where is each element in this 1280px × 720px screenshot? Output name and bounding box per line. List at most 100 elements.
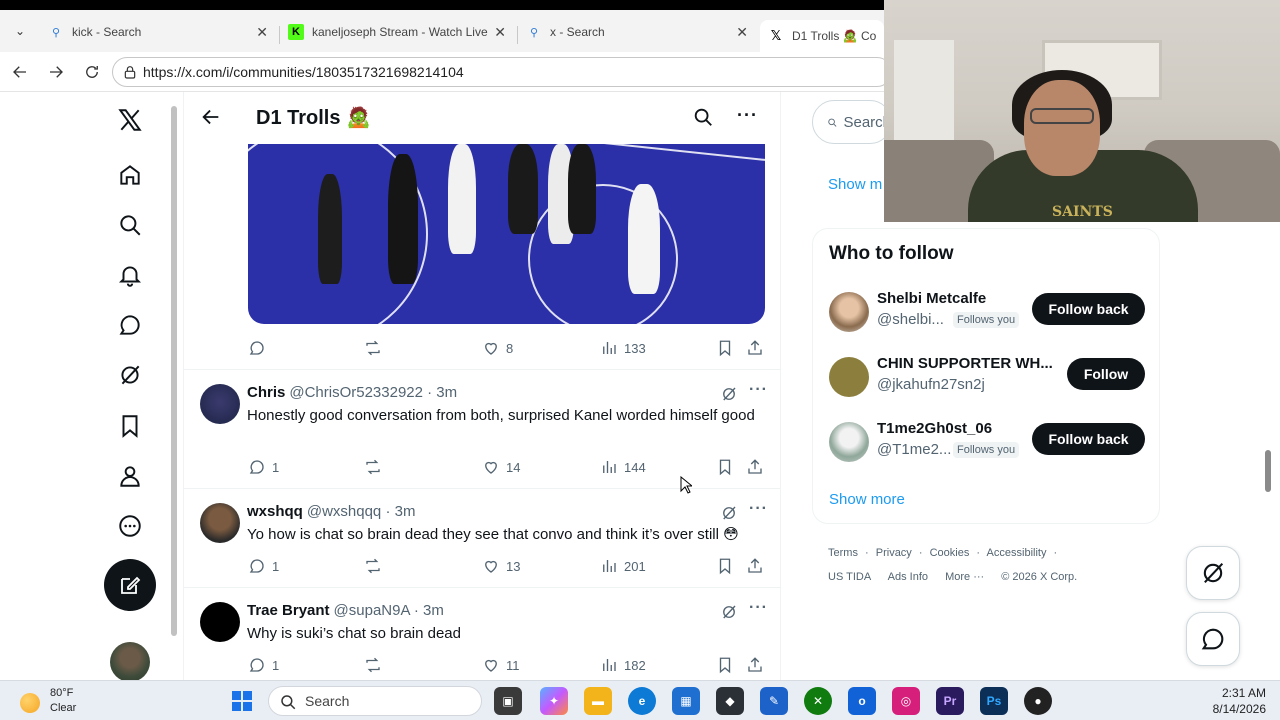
close-icon[interactable]: ✕ (256, 24, 268, 41)
footer-terms[interactable]: Terms (828, 547, 858, 559)
tab-kaneljoseph-stream[interactable]: K kaneljoseph Stream - Watch Live o ✕ (280, 16, 514, 48)
copilot-icon[interactable]: ✦ (540, 687, 568, 715)
like-button[interactable]: 11 (482, 656, 520, 674)
footer-more[interactable]: More ··· (945, 571, 984, 583)
reply-button[interactable] (248, 339, 266, 357)
bookmark-button[interactable] (716, 458, 734, 476)
outlook-icon[interactable]: o (848, 687, 876, 715)
avatar[interactable] (829, 422, 869, 462)
repost-button[interactable] (364, 656, 382, 674)
author-handle[interactable]: @ChrisOr52332922 · 3m (289, 384, 457, 401)
follow-back-button[interactable]: Follow back (1032, 293, 1145, 325)
views-button[interactable]: 182 (600, 656, 646, 674)
nav-messages[interactable] (114, 309, 146, 341)
app-3d-icon[interactable]: ◆ (716, 687, 744, 715)
views-button[interactable]: 144 (600, 458, 646, 476)
system-clock[interactable]: 2:31 AM 8/14/2026 (1196, 685, 1266, 717)
avatar[interactable] (200, 602, 240, 642)
photoshop-icon[interactable]: Ps (980, 687, 1008, 715)
grok-icon[interactable] (720, 603, 738, 621)
author-name[interactable]: Trae Bryant (247, 602, 330, 619)
xbox-icon[interactable]: ✕ (804, 687, 832, 715)
repost-button[interactable] (364, 339, 382, 357)
messages-float-button[interactable] (1186, 612, 1240, 666)
follow-suggestion[interactable]: CHIN SUPPORTER WH... @jkahufn27sn2j Foll… (813, 350, 1161, 406)
compose-post-button[interactable] (104, 559, 156, 611)
grok-icon[interactable] (720, 504, 738, 522)
nav-notifications[interactable] (114, 259, 146, 291)
reply-button[interactable]: 1 (248, 458, 279, 476)
close-icon[interactable]: ✕ (736, 24, 748, 41)
avatar[interactable] (200, 384, 240, 424)
tab-actions-chevron-icon[interactable]: ⌄ (6, 18, 34, 44)
nav-grok[interactable] (114, 359, 146, 391)
show-more-link[interactable]: Show m (828, 176, 882, 193)
search-icon[interactable] (692, 106, 714, 128)
tab-d1-trolls[interactable]: 𝕏 D1 Trolls 🧟 Com (760, 20, 884, 52)
tab-kick-search[interactable]: ⚲ kick - Search ✕ (40, 16, 276, 48)
views-button[interactable]: 133 (600, 339, 646, 357)
close-icon[interactable]: ✕ (494, 24, 506, 41)
left-scrollbar[interactable] (170, 96, 178, 674)
avatar[interactable] (829, 357, 869, 397)
x-home-logo[interactable] (114, 104, 146, 136)
footer-us-tida[interactable]: US TIDA (828, 571, 871, 583)
nav-profile[interactable] (114, 460, 146, 492)
user-name[interactable]: CHIN SUPPORTER WH... (877, 355, 1053, 372)
store-icon[interactable]: ▦ (672, 687, 700, 715)
url-input[interactable]: https://x.com/i/communities/180351732169… (112, 57, 892, 87)
footer-accessibility[interactable]: Accessibility (987, 547, 1047, 559)
more-options-icon[interactable]: ··· (749, 500, 768, 518)
tab-x-search[interactable]: ⚲ x - Search ✕ (518, 16, 756, 48)
share-button[interactable] (746, 458, 764, 476)
weather-widget[interactable]: 80°F Clear (18, 685, 98, 717)
app-vs-icon[interactable]: ✎ (760, 687, 788, 715)
file-explorer-icon[interactable]: ▬ (584, 687, 612, 715)
account-avatar[interactable] (110, 642, 150, 682)
author-name[interactable]: Chris (247, 384, 285, 401)
forward-button[interactable] (44, 60, 68, 84)
user-name[interactable]: T1me2Gh0st_06 (877, 420, 992, 437)
share-button[interactable] (746, 339, 764, 357)
more-options-icon[interactable]: ··· (749, 599, 768, 617)
nav-explore[interactable] (114, 209, 146, 241)
nav-more[interactable] (114, 510, 146, 542)
windows-start-icon[interactable] (230, 689, 254, 713)
task-view-icon[interactable]: ▣ (494, 687, 522, 715)
share-button[interactable] (746, 656, 764, 674)
reply-button[interactable]: 1 (248, 656, 279, 674)
show-more-link[interactable]: Show more (829, 491, 905, 508)
back-button[interactable] (8, 60, 32, 84)
reply-button[interactable]: 1 (248, 557, 279, 575)
user-name[interactable]: Shelbi Metcalfe (877, 290, 986, 307)
page-scrollbar[interactable] (1264, 224, 1272, 676)
bookmark-button[interactable] (716, 656, 734, 674)
back-arrow-icon[interactable] (200, 106, 222, 128)
avatar[interactable] (829, 292, 869, 332)
refresh-button[interactable] (80, 60, 104, 84)
grok-icon[interactable] (720, 385, 738, 403)
repost-button[interactable] (364, 458, 382, 476)
footer-ads-info[interactable]: Ads Info (888, 571, 928, 583)
follow-button[interactable]: Follow (1067, 358, 1145, 390)
like-button[interactable]: 14 (482, 458, 520, 476)
bookmark-button[interactable] (716, 339, 734, 357)
scrollbar-thumb[interactable] (171, 106, 177, 636)
more-options-icon[interactable]: ··· (749, 381, 768, 399)
grok-float-button[interactable] (1186, 546, 1240, 600)
views-button[interactable]: 201 (600, 557, 646, 575)
follow-back-button[interactable]: Follow back (1032, 423, 1145, 455)
scrollbar-thumb[interactable] (1265, 450, 1271, 492)
footer-cookies[interactable]: Cookies (930, 547, 970, 559)
edge-icon[interactable]: e (628, 687, 656, 715)
author-handle[interactable]: @wxshqqq · 3m (307, 503, 416, 520)
taskbar-search[interactable]: Search (268, 686, 482, 716)
share-button[interactable] (746, 557, 764, 575)
repost-button[interactable] (364, 557, 382, 575)
nav-bookmarks[interactable] (114, 410, 146, 442)
bookmark-button[interactable] (716, 557, 734, 575)
like-button[interactable]: 13 (482, 557, 520, 575)
avatar[interactable] (200, 503, 240, 543)
post-media-image[interactable] (248, 144, 765, 324)
app-pink-icon[interactable]: ◎ (892, 687, 920, 715)
